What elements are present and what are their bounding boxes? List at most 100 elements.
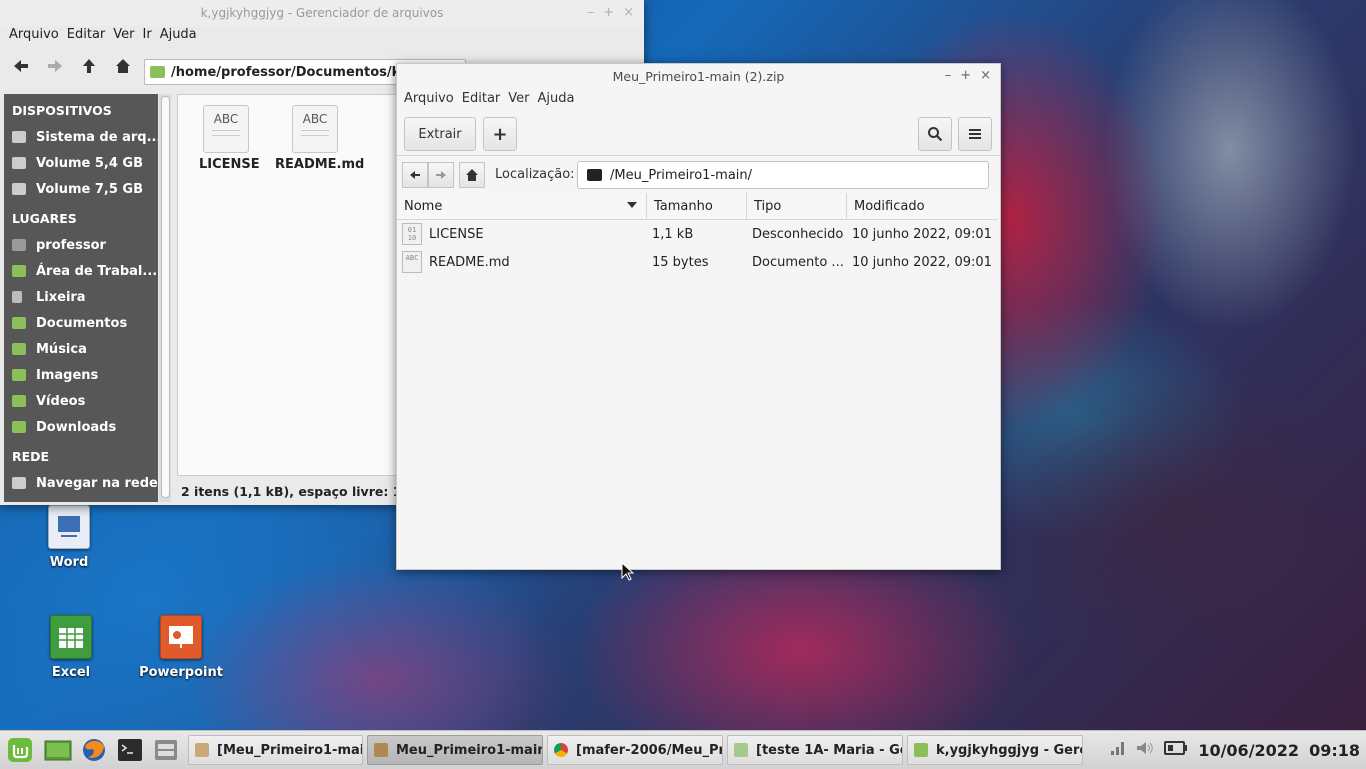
column-header-size[interactable]: Tamanho <box>647 193 747 219</box>
sidebar-scrollbar[interactable] <box>159 94 171 502</box>
desktop-folder-icon <box>12 265 26 277</box>
back-arrow-icon[interactable] <box>402 162 428 188</box>
sidebar-item-professor[interactable]: professor <box>4 232 158 258</box>
taskbar-item-archive-2[interactable]: Meu_Primeiro1-main ... <box>367 735 543 765</box>
sidebar-item-label: Sistema de arq... <box>36 129 158 145</box>
taskbar-item-archive-1[interactable]: [Meu_Primeiro1-mai... <box>188 735 363 765</box>
sidebar-header-devices: DISPOSITIVOS <box>12 103 112 118</box>
menu-arquivo[interactable]: Arquivo <box>6 24 64 46</box>
sidebar-item-label: Documentos <box>36 315 128 331</box>
table-row[interactable]: 01 10 LICENSE 1,1 kB Desconhecido 10 junh… <box>397 220 998 248</box>
menu-arquivo[interactable]: Arquivo <box>401 88 459 112</box>
table-row[interactable]: ABC README.md 15 bytes Documento ... 10 … <box>397 248 998 276</box>
search-button[interactable] <box>918 117 952 151</box>
network-icon <box>12 477 26 489</box>
archive-manager-window[interactable]: Meu_Primeiro1-main (2).zip – + × Arquivo… <box>396 63 1001 570</box>
sidebar-item-label: Área de Trabal... <box>36 263 158 279</box>
firefox-icon[interactable] <box>80 736 108 764</box>
file-view[interactable]: ABC LICENSE ABC README.md <box>177 94 409 476</box>
desktop-icon-excel[interactable]: Excel <box>26 615 116 680</box>
music-folder-icon <box>12 343 26 355</box>
file-manager-titlebar[interactable]: k,ygjkyhggjyg - Gerenciador de arquivos … <box>0 0 644 26</box>
sidebar-item-trash[interactable]: Lixeira <box>4 284 158 310</box>
home-folder-icon <box>12 239 26 251</box>
archive-menubar: Arquivo Editar Ver Ajuda <box>397 88 1000 112</box>
close-icon[interactable]: × <box>623 5 634 20</box>
home-icon[interactable] <box>459 162 485 188</box>
trash-icon <box>12 291 22 303</box>
file-icon-text: ABC <box>405 254 419 262</box>
sidebar-item-videos[interactable]: Vídeos <box>4 388 158 414</box>
menu-ajuda[interactable]: Ajuda <box>535 88 580 112</box>
menu-editar[interactable]: Editar <box>459 88 506 112</box>
forward-arrow-icon[interactable] <box>428 162 454 188</box>
row-size: 1,1 kB <box>652 226 694 242</box>
column-header-name[interactable]: Nome <box>397 193 647 219</box>
volume-icon[interactable] <box>1136 741 1154 759</box>
taskbar-item-chrome[interactable]: [mafer-2006/Meu_Pri... <box>547 735 723 765</box>
sidebar-item-downloads[interactable]: Downloads <box>4 414 158 440</box>
sidebar-item-pictures[interactable]: Imagens <box>4 362 158 388</box>
clock-time[interactable]: 09:18 <box>1309 741 1360 760</box>
row-type: Desconhecido <box>752 226 844 242</box>
toolbar-separator <box>397 155 1000 156</box>
battery-icon[interactable] <box>1164 740 1188 760</box>
taskbar-item-file-manager-2[interactable]: k,ygjkyhggjyg - Gere... <box>907 735 1083 765</box>
forward-arrow-icon[interactable] <box>44 55 66 77</box>
terminal-icon[interactable] <box>116 736 144 764</box>
menu-ver[interactable]: Ver <box>505 88 534 112</box>
text-file-icon[interactable]: ABC <box>203 105 249 153</box>
mint-menu-icon[interactable] <box>6 736 34 764</box>
extract-button[interactable]: Extrair <box>404 117 476 151</box>
row-type: Documento ... <box>752 254 844 270</box>
sidebar-item-volume-7-5[interactable]: Volume 7,5 GB <box>4 176 158 202</box>
path-text: /home/professor/Documentos/k,yg <box>171 64 424 80</box>
places-sidebar: DISPOSITIVOS Sistema de arq... Volume 5,… <box>4 94 158 502</box>
back-arrow-icon[interactable] <box>10 55 32 77</box>
clock-date[interactable]: 10/06/2022 <box>1198 741 1299 760</box>
excel-icon <box>50 615 92 659</box>
search-icon <box>928 127 943 142</box>
column-label: Tamanho <box>654 198 713 214</box>
menu-ir[interactable]: Ir <box>140 24 157 46</box>
location-entry[interactable]: /Meu_Primeiro1-main/ <box>577 161 989 189</box>
text-file-icon[interactable]: ABC <box>292 105 338 153</box>
sidebar-item-filesystem[interactable]: Sistema de arq... <box>4 124 158 150</box>
network-signal-icon[interactable] <box>1110 741 1126 759</box>
file-name-readme[interactable]: README.md <box>275 157 364 172</box>
sidebar-item-volume-5-4[interactable]: Volume 5,4 GB <box>4 150 158 176</box>
desktop-icon-powerpoint[interactable]: Powerpoint <box>136 615 226 680</box>
sidebar-item-label: Imagens <box>36 367 99 383</box>
taskbar-item-file-manager-1[interactable]: [teste 1A- Maria - Ger... <box>727 735 903 765</box>
file-manager-launcher-icon[interactable] <box>152 736 180 764</box>
home-icon[interactable] <box>112 55 134 77</box>
documents-folder-icon <box>12 317 26 329</box>
menu-ver[interactable]: Ver <box>110 24 139 46</box>
desktop-icon-word[interactable]: Word <box>24 505 114 570</box>
menu-editar[interactable]: Editar <box>64 24 111 46</box>
desktop-icon-label: Word <box>49 555 89 570</box>
hamburger-menu-button[interactable] <box>958 117 992 151</box>
archive-manager-titlebar[interactable]: Meu_Primeiro1-main (2).zip – + × <box>397 64 1000 88</box>
menu-ajuda[interactable]: Ajuda <box>157 24 202 46</box>
archive-icon <box>195 743 209 757</box>
powerpoint-icon <box>160 615 202 659</box>
sidebar-item-desktop[interactable]: Área de Trabal... <box>4 258 158 284</box>
sidebar-item-music[interactable]: Música <box>4 336 158 362</box>
file-name-license[interactable]: LICENSE <box>199 157 260 172</box>
minimize-icon[interactable]: – <box>588 5 595 20</box>
maximize-icon[interactable]: + <box>603 5 614 20</box>
mouse-pointer-icon <box>621 562 635 581</box>
column-header-modified[interactable]: Modificado <box>847 193 998 219</box>
sidebar-item-label: professor <box>36 237 106 253</box>
close-icon[interactable]: × <box>980 68 991 83</box>
maximize-icon[interactable]: + <box>960 68 971 83</box>
show-desktop-icon[interactable] <box>44 736 72 764</box>
sidebar-item-documents[interactable]: Documentos <box>4 310 158 336</box>
word-icon <box>48 505 90 549</box>
column-header-type[interactable]: Tipo <box>747 193 847 219</box>
minimize-icon[interactable]: – <box>945 68 952 83</box>
add-files-button[interactable]: + <box>483 117 517 151</box>
up-arrow-icon[interactable] <box>78 55 100 77</box>
sidebar-item-browse-network[interactable]: Navegar na rede <box>4 470 158 496</box>
